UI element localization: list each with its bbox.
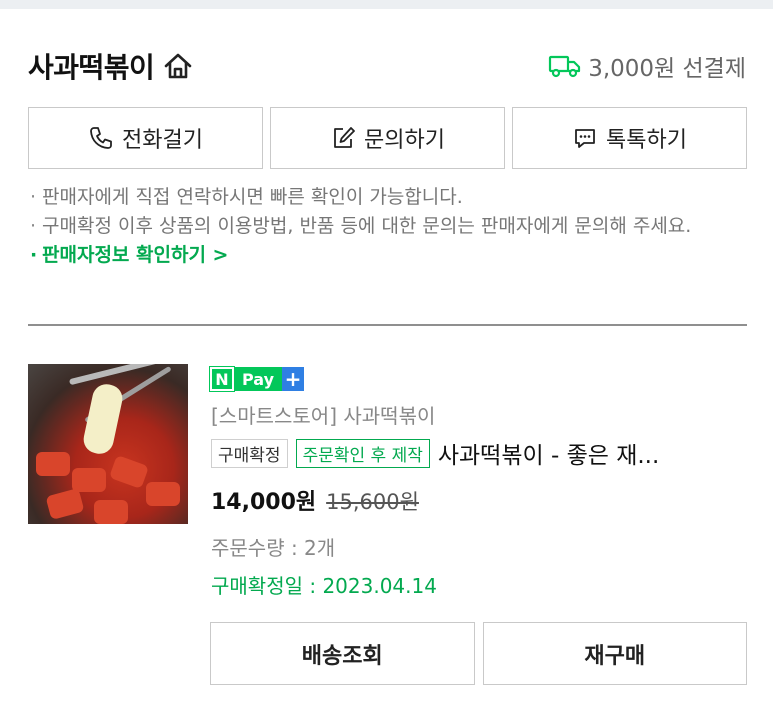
top-strip	[0, 0, 773, 9]
store-line[interactable]: [스마트스토어] 사과떡볶이	[211, 400, 435, 429]
shipping-text: 3,000원 선결제	[588, 56, 746, 82]
product-badges-row: 구매확정 주문확인 후 제작 사과떡볶이 - 좋은 재...	[211, 436, 713, 470]
truck-icon	[548, 54, 582, 78]
inquiry-button[interactable]: 문의하기	[270, 107, 505, 169]
price-row: 14,000원 15,600원	[211, 484, 419, 516]
call-label: 전화걸기	[122, 128, 203, 153]
track-delivery-button[interactable]: 배송조회	[210, 622, 475, 685]
badge-made-to-order: 주문확인 후 제작	[295, 438, 430, 468]
rebuy-button[interactable]: 재구매	[482, 622, 747, 685]
store-title-group[interactable]: 사과떡볶이	[28, 46, 194, 86]
order-actions: 배송조회 재구매	[210, 622, 747, 685]
original-price: 15,600원	[326, 490, 419, 514]
note-line: 판매자에게 직접 연락하시면 빠른 확인이 가능합니다.	[30, 183, 745, 212]
call-button[interactable]: 전화걸기	[28, 107, 263, 169]
talk-button[interactable]: 톡톡하기	[512, 107, 747, 169]
sale-price: 14,000원	[211, 490, 317, 515]
home-icon[interactable]	[162, 50, 194, 82]
shipping-info: 3,000원 선결제	[548, 49, 746, 83]
edit-icon	[334, 127, 355, 148]
npay-label: Pay	[234, 367, 283, 391]
store-header: 사과떡볶이 3,000원 선결제	[28, 44, 746, 88]
phone-icon	[90, 127, 112, 149]
contact-buttons: 전화걸기 문의하기 톡톡하기	[28, 107, 747, 169]
confirm-date: 구매확정일 : 2023.04.14	[211, 574, 437, 598]
npay-plus-badge: N Pay +	[209, 366, 305, 392]
seller-info-link[interactable]: 판매자정보 확인하기 >	[30, 241, 745, 270]
inquiry-label: 문의하기	[364, 128, 445, 153]
chat-icon	[575, 129, 595, 148]
talk-label: 톡톡하기	[606, 128, 687, 153]
npay-plus: +	[282, 367, 305, 391]
npay-n: N	[209, 366, 235, 392]
section-divider	[28, 324, 747, 326]
store-name[interactable]: 사과떡볶이	[28, 46, 155, 86]
product-thumbnail[interactable]	[28, 364, 188, 524]
product-name[interactable]: 사과떡볶이 - 좋은 재...	[438, 436, 713, 470]
order-quantity: 주문수량 : 2개	[211, 536, 336, 560]
seller-notes: 판매자에게 직접 연락하시면 빠른 확인이 가능합니다. 구매확정 이후 상품의…	[30, 183, 745, 270]
note-line: 구매확정 이후 상품의 이용방법, 반품 등에 대한 문의는 판매자에게 문의해…	[30, 212, 745, 241]
badge-confirmed: 구매확정	[211, 438, 288, 468]
